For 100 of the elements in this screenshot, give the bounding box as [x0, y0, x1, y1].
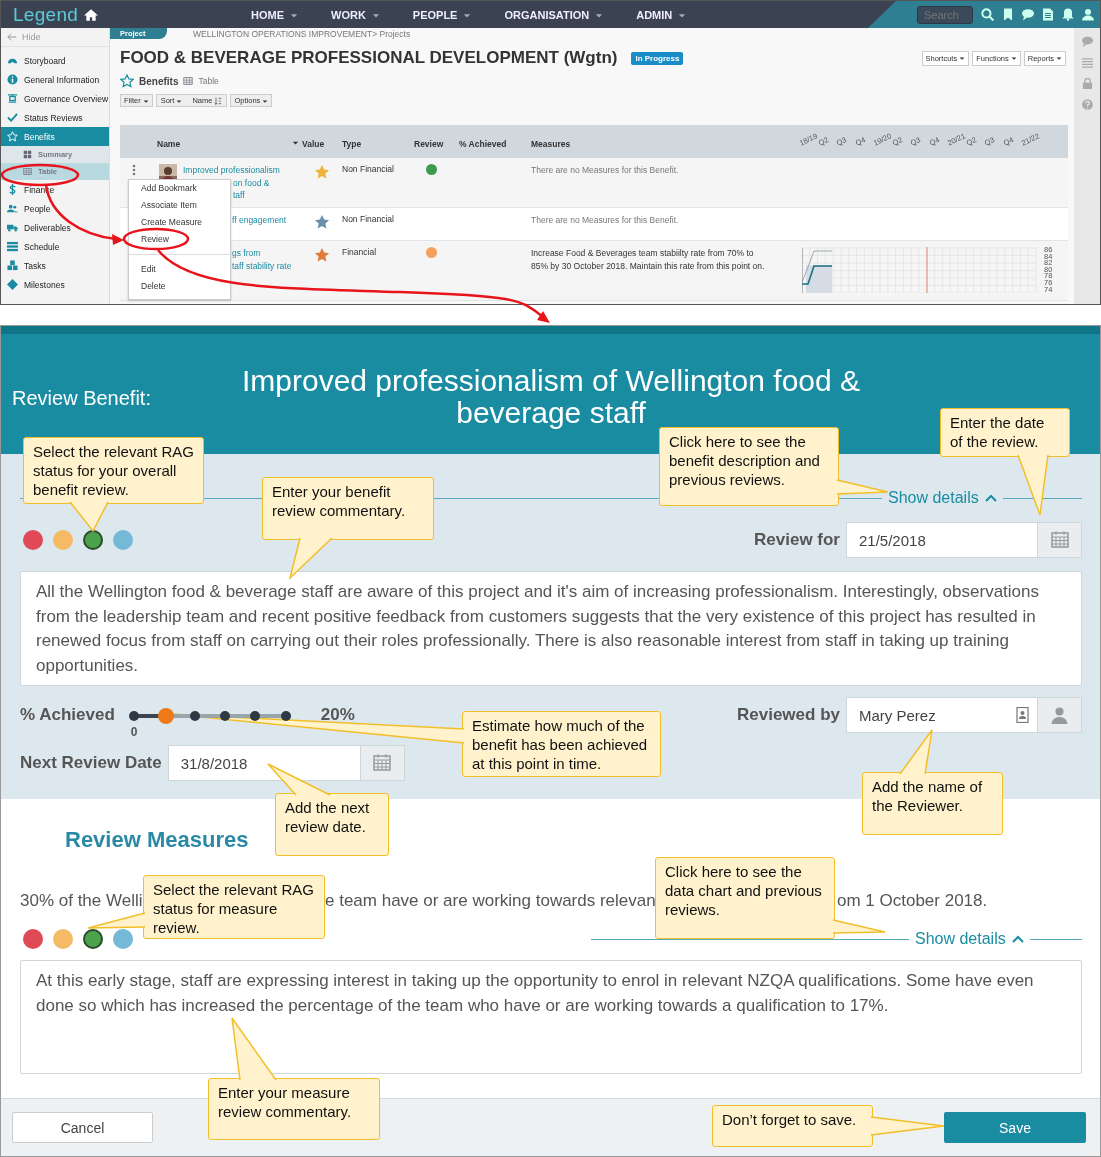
- callout: Click here to see the data chart and previous reviews.: [655, 857, 835, 939]
- measures-text: There are no Measures for this Benefit.: [531, 214, 680, 227]
- person-button[interactable]: [1038, 697, 1082, 733]
- project-title: FOOD & BEVERAGE PROFESSIONAL DEVELOPMENT (Wgtn): [120, 48, 618, 68]
- cubes-icon: [7, 260, 18, 271]
- rag-status-dot[interactable]: [83, 929, 103, 949]
- rag-status-dot[interactable]: [23, 929, 43, 949]
- menu-item[interactable]: Add Bookmark: [129, 180, 230, 197]
- arrow-left-icon: [7, 32, 17, 42]
- star-outline-icon: [120, 74, 134, 88]
- logo[interactable]: Legend: [13, 3, 79, 26]
- chevron-up-icon: [984, 492, 997, 504]
- sidebar-item[interactable]: Status Reviews: [1, 108, 109, 127]
- nav-menu-item[interactable]: PEOPLE: [411, 8, 473, 21]
- column-header[interactable]: Review: [414, 139, 444, 149]
- commentary-field[interactable]: At this early stage, staff are expressing interest in taking up the opportunity to enrol in relevant NZQA qualifications. Some have even done so which has increased the percentage of the team who have or are working towards a qualification to 17%.: [20, 960, 1082, 1074]
- benefit-link[interactable]: gs from: [232, 247, 292, 260]
- info-icon: [7, 74, 18, 85]
- date-field[interactable]: 21/5/2018: [846, 522, 1038, 558]
- callout-pointer: [69, 501, 109, 533]
- sidebar-item[interactable]: Deliverables: [1, 218, 109, 237]
- menu-item[interactable]: Delete: [129, 278, 230, 295]
- callout-pointer: [231, 1017, 277, 1081]
- table-icon: [23, 167, 32, 176]
- table-cell-text: Non Financial: [342, 214, 395, 226]
- sidebar-item[interactable]: People: [1, 199, 109, 218]
- field-label: Next Review Date: [20, 753, 162, 773]
- cancel-button[interactable]: Cancel: [12, 1112, 153, 1143]
- show-details-link[interactable]: Show details: [915, 930, 1024, 948]
- chat-icon: [1022, 8, 1034, 21]
- rag-status-dot[interactable]: [53, 530, 73, 550]
- annotation-ellipse: [122, 227, 190, 251]
- measure-description: e team have or are working towards relevan: [325, 891, 656, 910]
- star-icon: [314, 247, 330, 263]
- callout: Don’t forget to save.: [712, 1105, 873, 1147]
- nav-menu-item[interactable]: WORK: [330, 8, 381, 21]
- benefit-link[interactable]: ff engagement: [232, 214, 287, 227]
- date-field[interactable]: 31/8/2018: [167, 745, 361, 781]
- sidebar-item[interactable]: Governance Overview: [1, 89, 109, 108]
- truck-icon: [7, 222, 18, 233]
- breadcrumb[interactable]: WELLINGTON OPERATIONS IMPROVEMENT> Projects: [193, 28, 411, 39]
- benefit-link[interactable]: Improved professionalism: [183, 164, 280, 177]
- sidebar-item[interactable]: Tasks: [1, 256, 109, 275]
- menu-item[interactable]: Create Measure: [129, 214, 230, 231]
- column-header[interactable]: Type: [342, 139, 362, 149]
- nav-menu-item[interactable]: HOME: [250, 8, 299, 21]
- nav-menu-item[interactable]: ORGANISATION: [503, 8, 605, 21]
- menu-item[interactable]: Review: [129, 231, 230, 248]
- save-button[interactable]: Save: [944, 1112, 1086, 1143]
- rag-status-dot[interactable]: [83, 530, 103, 550]
- caret-icon: [142, 97, 149, 104]
- calendar-button[interactable]: [1038, 522, 1082, 558]
- slider-thumb[interactable]: [158, 708, 175, 724]
- column-header[interactable]: Value: [302, 139, 325, 149]
- sidebar-item[interactable]: General Information: [1, 70, 109, 89]
- achieved-reading: 20%: [320, 705, 355, 725]
- benefit-link[interactable]: on food &: [233, 176, 280, 189]
- table-cell-text: Non Financial: [342, 164, 395, 176]
- sidebar-item[interactable]: Benefits: [1, 127, 109, 146]
- schedule-icon: [7, 241, 18, 252]
- dialog-label: Review Benefit:: [11, 385, 152, 410]
- commentary-field[interactable]: All the Wellington food & beverage staff are aware of this project and it's aim of increasing professionalism. Interestingly, observations from the leadership team and recent positive feedback from customers suggests that the very existence of this project has resulted in renewed focus from staff on carrying out their roles professionally. There is also reasonable interest from staff in taking up training opportunities.: [20, 571, 1082, 686]
- calendar-button[interactable]: [360, 745, 405, 781]
- column-header[interactable]: Measures: [531, 139, 571, 149]
- sidebar-item[interactable]: Storyboard: [1, 51, 109, 70]
- menu-item[interactable]: Associate Item: [129, 197, 230, 214]
- column-header[interactable]: % Achieved: [459, 139, 507, 149]
- rag-status-dot[interactable]: [113, 929, 133, 949]
- measures-text: Increase Food & Beverages team stabiilty rate from 70% to 85% by 30 October 2018. Maintain this rate from this point on.: [531, 247, 766, 273]
- list-icon: [1081, 57, 1093, 68]
- rag-status-dot[interactable]: [113, 530, 133, 550]
- callout: Select the relevant RAG status for measure review.: [143, 875, 325, 939]
- check-icon: [7, 112, 18, 123]
- column-header[interactable]: Name: [157, 139, 181, 149]
- rag-status-dot[interactable]: [53, 929, 73, 949]
- home-icon: [84, 7, 99, 22]
- field-label: Reviewed by: [737, 705, 840, 725]
- help-icon: [1081, 99, 1093, 110]
- nav-menu-item[interactable]: ADMIN: [635, 8, 688, 21]
- search-field[interactable]: Search: [917, 5, 973, 24]
- rag-status-dot[interactable]: [23, 530, 43, 550]
- sidebar-item[interactable]: Schedule: [1, 237, 109, 256]
- caret-icon: [959, 55, 966, 61]
- benefit-link[interactable]: taff: [233, 189, 280, 202]
- benefit-link[interactable]: taff stability rate: [232, 259, 292, 272]
- helicopter-icon: [7, 93, 18, 104]
- table-icon: [183, 76, 194, 86]
- sort-caret-icon: [292, 139, 299, 146]
- sidebar-item[interactable]: Milestones: [1, 275, 109, 294]
- star-icon: [7, 131, 18, 142]
- callout-pointer: [899, 729, 933, 775]
- menu-item[interactable]: Edit: [129, 261, 230, 278]
- measure-description: 30% of the Welli: [20, 891, 143, 910]
- caret-icon: [262, 97, 269, 104]
- dollar-icon: [7, 184, 18, 195]
- chevron-up-icon: [1011, 933, 1024, 945]
- view-label[interactable]: Table: [198, 76, 219, 86]
- user-icon: [1082, 8, 1094, 21]
- dialog-title: Improved professionalism of Wellington food & beverage staff: [240, 363, 862, 429]
- measure-description: om 1 October 2018.: [837, 891, 988, 910]
